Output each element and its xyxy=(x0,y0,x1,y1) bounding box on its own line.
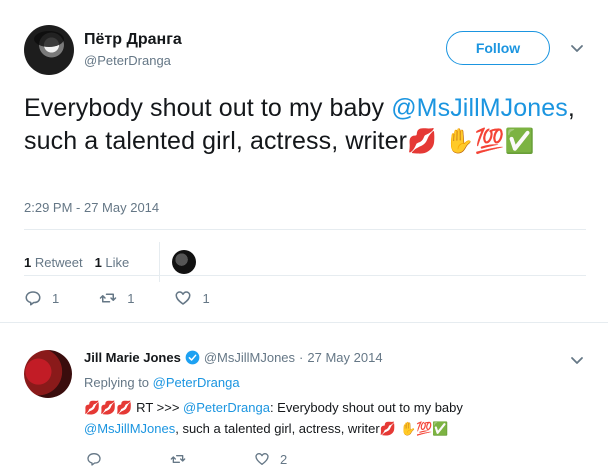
reply-date[interactable]: 27 May 2014 xyxy=(307,350,382,365)
tweet-text: Everybody shout out to my baby @MsJillMJ… xyxy=(24,92,596,158)
like-stat-label: Like xyxy=(105,254,130,270)
like-count: 1 xyxy=(202,290,210,306)
follow-button[interactable]: Follow xyxy=(446,31,550,65)
reply-actions: 2 xyxy=(86,451,345,467)
like-count: 2 xyxy=(280,451,288,467)
heart-icon xyxy=(175,291,191,305)
reply-author-avatar[interactable] xyxy=(24,350,72,398)
chevron-down-icon[interactable] xyxy=(569,40,585,56)
reply-icon xyxy=(25,291,41,306)
tweet-emojis: 💋 ✋💯✅ xyxy=(407,127,535,155)
reply-header: Jill Marie Jones @MsJillMJones · 27 May … xyxy=(84,350,383,365)
reply-trail-emojis: 💋 ✋💯✅ xyxy=(379,422,449,437)
like-stat[interactable]: 1 Like xyxy=(95,255,130,270)
like-button[interactable]: 2 xyxy=(254,451,287,467)
reply-author-name[interactable]: Jill Marie Jones xyxy=(84,350,181,365)
verified-badge-icon xyxy=(185,350,200,365)
retweet-button[interactable]: 1 xyxy=(99,289,134,307)
liker-avatar[interactable] xyxy=(172,250,197,274)
mention-link[interactable]: @MsJillMJones xyxy=(391,94,568,122)
tweet-actions: 1 1 1 xyxy=(24,289,250,307)
retweet-button[interactable] xyxy=(170,451,196,467)
main-tweet: Пётр Дранга @PeterDranga Follow Everybod… xyxy=(0,0,608,322)
reply-text-part: : Everybody shout out to my baby xyxy=(269,400,463,415)
like-button[interactable]: 1 xyxy=(174,289,210,307)
author-name[interactable]: Пётр Дранга xyxy=(84,31,182,49)
like-stat-count: 1 xyxy=(94,254,102,270)
reply-count: 1 xyxy=(52,290,60,306)
divider xyxy=(24,229,586,230)
reply-button[interactable] xyxy=(86,451,112,467)
retweet-icon xyxy=(99,293,117,303)
tweet-timestamp[interactable]: 2:29 PM - 27 May 2014 xyxy=(24,200,159,215)
retweet-stat-label: Retweet xyxy=(34,254,83,270)
reply-lead-emojis: 💋💋💋 xyxy=(84,401,133,416)
dot-separator: · xyxy=(299,350,304,365)
retweet-count: 1 xyxy=(127,290,135,306)
chevron-down-icon[interactable] xyxy=(569,352,585,368)
author-avatar[interactable] xyxy=(24,25,74,75)
reply-text-part: , such a talented girl, actress, writer xyxy=(175,421,380,436)
tweet-stats: 1 Retweet 1 Like xyxy=(24,242,197,282)
reply-text: 💋💋💋 RT >>> @PeterDranga: Everybody shout… xyxy=(84,398,584,440)
retweet-icon xyxy=(170,455,186,463)
reply-tweet: Jill Marie Jones @MsJillMJones · 27 May … xyxy=(0,322,608,473)
replying-prefix: Replying to xyxy=(84,375,150,390)
replying-to: Replying to @PeterDranga xyxy=(84,375,240,390)
mention-link[interactable]: @MsJillMJones xyxy=(84,421,175,436)
heart-icon xyxy=(255,453,269,465)
tweet-text-part: Everybody shout out to my baby xyxy=(24,94,392,122)
retweet-stat[interactable]: 1 Retweet xyxy=(24,255,83,270)
author-handle[interactable]: @PeterDranga xyxy=(84,53,171,68)
reply-icon xyxy=(87,453,101,466)
replying-to-link[interactable]: @PeterDranga xyxy=(153,375,240,390)
retweet-stat-count: 1 xyxy=(24,254,32,270)
reply-author-handle[interactable]: @MsJillMJones xyxy=(204,350,295,365)
reply-button[interactable]: 1 xyxy=(24,289,59,307)
divider xyxy=(24,275,586,276)
mention-link[interactable]: @PeterDranga xyxy=(183,400,270,415)
reply-text-part: RT >>> xyxy=(132,400,184,415)
stat-separator xyxy=(159,242,161,282)
